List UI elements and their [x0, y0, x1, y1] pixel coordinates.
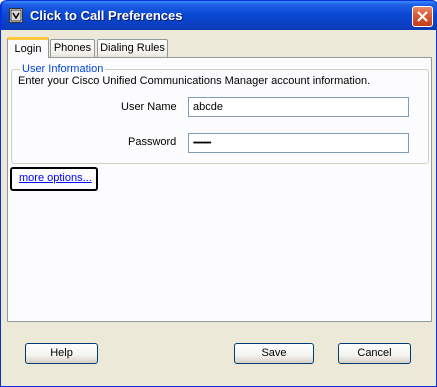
- help-button-label: Help: [50, 347, 73, 359]
- username-field[interactable]: [188, 97, 409, 117]
- close-button[interactable]: [412, 6, 433, 27]
- cancel-button-label: Cancel: [357, 347, 392, 359]
- tab-login-label: Login: [14, 43, 42, 55]
- more-options-highlight: more options...: [10, 167, 98, 191]
- close-icon: [417, 11, 428, 22]
- cancel-button[interactable]: Cancel: [338, 343, 411, 364]
- dialog-window: Click to Call Preferences Login Phones D…: [0, 0, 437, 387]
- app-phone-icon: [9, 8, 23, 23]
- tab-dialing-rules-label: Dialing Rules: [100, 42, 165, 54]
- tab-login[interactable]: Login: [7, 37, 49, 58]
- group-description: Enter your Cisco Unified Communications …: [18, 75, 371, 87]
- window-title: Click to Call Preferences: [30, 8, 183, 23]
- save-button-label: Save: [261, 347, 287, 359]
- username-label: User Name: [121, 101, 177, 113]
- tab-phones[interactable]: Phones: [50, 39, 95, 57]
- tab-phones-label: Phones: [53, 42, 92, 54]
- more-options-link[interactable]: more options...: [19, 172, 92, 184]
- user-information-group: User Information Enter your Cisco Unifie…: [11, 63, 429, 164]
- save-button[interactable]: Save: [234, 343, 314, 364]
- password-label: Password: [128, 136, 177, 148]
- tab-dialing-rules[interactable]: Dialing Rules: [97, 39, 168, 57]
- help-button[interactable]: Help: [25, 343, 98, 364]
- password-field[interactable]: [188, 133, 409, 153]
- title-bar[interactable]: Click to Call Preferences: [1, 0, 437, 30]
